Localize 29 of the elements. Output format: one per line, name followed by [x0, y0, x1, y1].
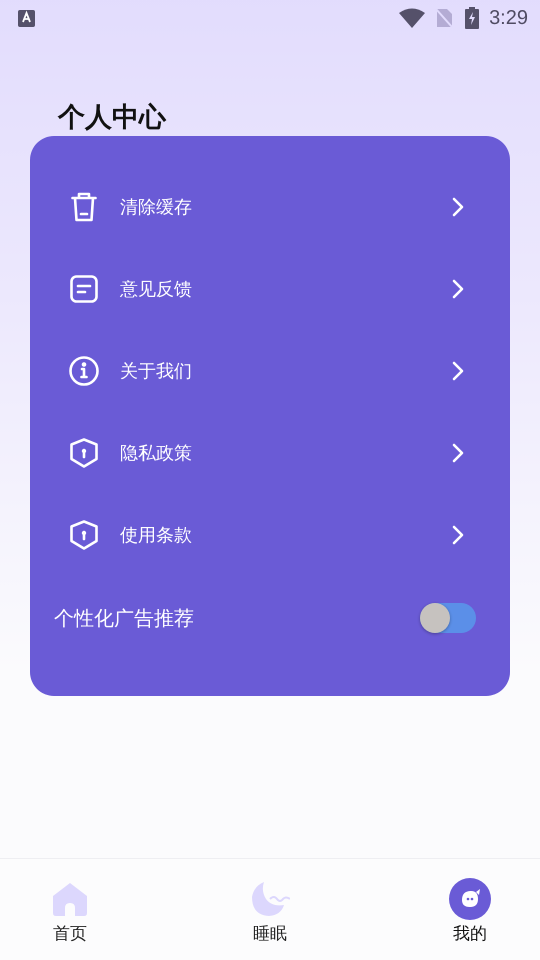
- menu-item[interactable]: 使用条款: [120, 523, 452, 547]
- nav-tab[interactable]: 睡眠: [253, 922, 287, 945]
- info-icon: [69, 356, 99, 386]
- menu-item[interactable]: 意见反馈: [120, 277, 452, 301]
- trash-icon: [71, 192, 97, 222]
- chevron-right-icon: [452, 361, 464, 381]
- no-sim-icon: [435, 8, 454, 28]
- chevron-right-icon: [452, 197, 464, 217]
- menu-item[interactable]: 清除缓存: [120, 195, 452, 219]
- menu-item[interactable]: 隐私政策: [120, 441, 452, 465]
- house-icon: [52, 882, 88, 916]
- toggle-switch[interactable]: [420, 603, 476, 633]
- nav-tab[interactable]: 我的: [453, 922, 487, 945]
- chevron-right-icon: [452, 279, 464, 299]
- moon-icon: [250, 881, 290, 917]
- face-icon: [449, 878, 491, 920]
- battery-charging-icon: [465, 7, 480, 29]
- page-title: 个人中心: [58, 102, 166, 133]
- wifi-icon: [399, 8, 426, 28]
- chevron-right-icon: [452, 443, 464, 463]
- menu-item[interactable]: 关于我们: [120, 359, 452, 383]
- clock-time: 3:29: [489, 6, 528, 30]
- note-icon: [70, 275, 98, 303]
- setting-label: 个性化广告推荐: [54, 604, 195, 632]
- shield-icon: [70, 520, 98, 550]
- chevron-right-icon: [452, 525, 464, 545]
- keyboard-icon: [18, 10, 35, 26]
- shield-icon: [70, 438, 98, 468]
- nav-tab[interactable]: 首页: [53, 922, 87, 945]
